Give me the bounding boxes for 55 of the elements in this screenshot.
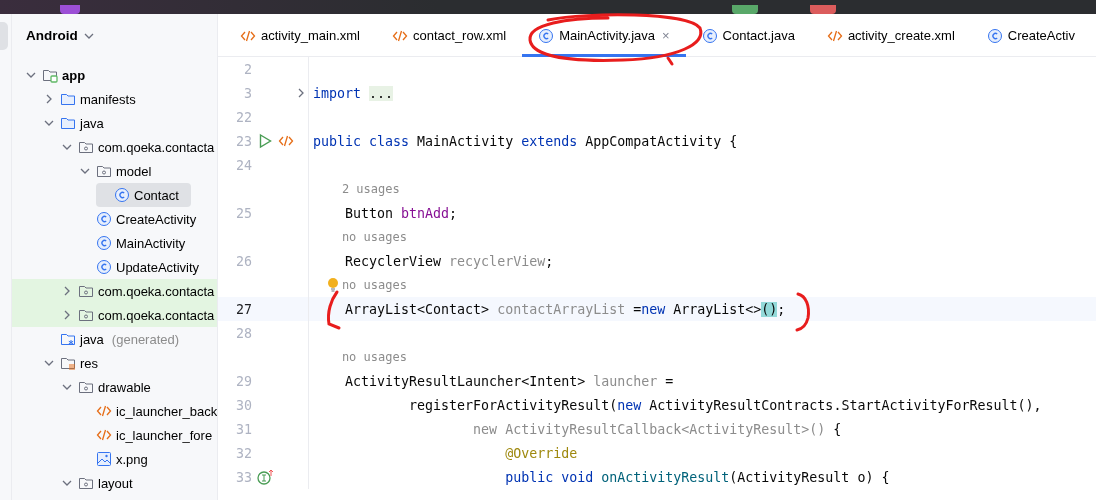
line-number: 28 bbox=[235, 325, 252, 341]
code-line: public void onActivityResult(ActivityResult o) { bbox=[504, 469, 890, 485]
line-number: 3 bbox=[243, 85, 252, 101]
selected-tree-item[interactable]: Contact bbox=[96, 183, 191, 207]
code-line: ArrayList<Contact> contactArrayList =new ArrayList<>(); bbox=[344, 301, 786, 317]
tree-item[interactable]: layout bbox=[60, 471, 145, 495]
usage-hint[interactable]: no usages bbox=[313, 350, 407, 364]
tree-item[interactable]: MainActivity bbox=[78, 231, 198, 255]
tree-item[interactable]: model bbox=[78, 159, 164, 183]
close-icon[interactable]: × bbox=[662, 28, 670, 43]
editor-tab[interactable]: CreateActiv bbox=[970, 14, 1091, 57]
line-number: 27 bbox=[235, 301, 252, 317]
usage-hint[interactable]: 2 usages bbox=[313, 182, 400, 196]
tree-item[interactable]: com.qoeka.contacta bbox=[60, 279, 217, 303]
line-number: 2 bbox=[243, 61, 252, 77]
tree-item[interactable]: drawable bbox=[60, 375, 163, 399]
tree-item[interactable]: ic_launcher_back bbox=[78, 399, 217, 423]
editor-tab[interactable]: MainActivity.java × bbox=[522, 14, 686, 57]
line-number: 31 bbox=[235, 421, 252, 437]
usage-hint[interactable]: no usages bbox=[313, 278, 407, 292]
code-line: new ActivityResultCallback<ActivityResult>() { bbox=[472, 421, 842, 437]
editor-tab[interactable]: Contact.java bbox=[685, 14, 811, 57]
tree-item-suffix: (generated) bbox=[111, 331, 180, 347]
line-number: 30 bbox=[235, 397, 252, 413]
code-line: registerForActivityResult(new ActivityResultContracts.StartActivityForResult(), bbox=[408, 397, 1042, 413]
tree-item[interactable]: com.qoeka.contacta bbox=[60, 303, 217, 327]
line-number: 33 bbox=[235, 469, 252, 485]
code-line: import ... bbox=[313, 85, 394, 101]
tree-item[interactable]: java bbox=[42, 111, 116, 135]
line-number: 32 bbox=[235, 445, 252, 461]
tree-item[interactable]: manifests bbox=[42, 87, 148, 111]
editor-tab[interactable]: activity_create.xml bbox=[810, 14, 971, 57]
line-number: 22 bbox=[235, 109, 252, 125]
tree-item[interactable]: UpdateActivity bbox=[78, 255, 212, 279]
line-number: 29 bbox=[235, 373, 252, 389]
line-number: 26 bbox=[235, 253, 252, 269]
code-line: ActivityResultLauncher<Intent> launcher = bbox=[344, 373, 674, 389]
tree-item[interactable]: x.png bbox=[78, 447, 160, 471]
code-line: public class MainActivity extends AppCompatActivity { bbox=[313, 133, 738, 149]
line-number: 25 bbox=[235, 205, 252, 221]
tree-item[interactable]: java (generated) bbox=[42, 327, 192, 351]
tree-item[interactable]: app bbox=[24, 63, 98, 87]
project-view-title[interactable]: Android bbox=[26, 28, 78, 43]
usage-hint[interactable]: no usages bbox=[313, 230, 407, 244]
code-line: RecyclerView recyclerView; bbox=[344, 253, 554, 269]
code-line: @Override bbox=[504, 445, 578, 461]
tree-item[interactable]: ic_launcher_fore bbox=[78, 423, 217, 447]
code-line: Button btnAdd; bbox=[344, 205, 458, 221]
tree-item[interactable]: res bbox=[42, 351, 111, 375]
line-number: 23 bbox=[235, 133, 252, 149]
line-number: 24 bbox=[235, 157, 252, 173]
tree-item[interactable]: CreateActivity bbox=[78, 207, 209, 231]
editor-tab[interactable]: contact_row.xml bbox=[375, 14, 523, 57]
editor-tab[interactable]: activity_main.xml bbox=[224, 14, 376, 57]
tree-item[interactable]: com.qoeka.contacta bbox=[60, 135, 217, 159]
